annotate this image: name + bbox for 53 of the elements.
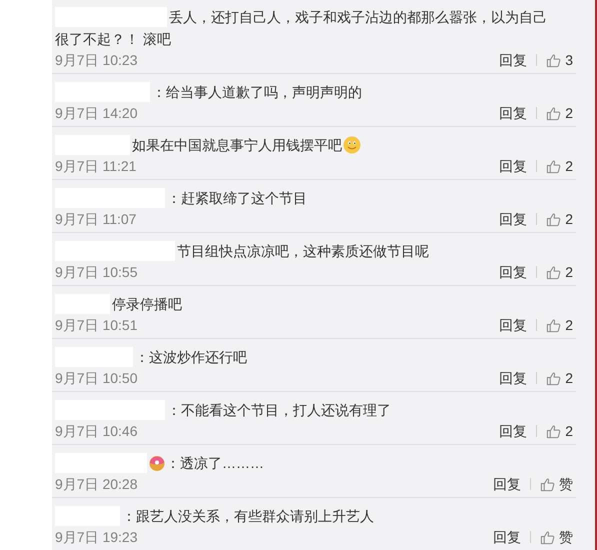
donut-emoji-icon — [149, 455, 165, 471]
thumbs-up-icon — [540, 530, 555, 544]
like-button[interactable]: 赞 — [540, 527, 573, 547]
reply-link[interactable]: 回复 — [499, 368, 528, 388]
reply-link[interactable]: 回复 — [493, 474, 521, 494]
like-button[interactable]: 2 — [546, 156, 573, 176]
like-button[interactable]: 2 — [546, 262, 573, 282]
thumbs-up-icon — [546, 212, 562, 226]
comment-time: 9月7日 11:21 — [55, 157, 136, 176]
thumbs-up-icon — [546, 106, 562, 120]
reply-link[interactable]: 回复 — [499, 315, 528, 335]
comment-text: 丢人，还打自己人，戏子和戏子沾边的都那么嚣张，以为自己 — [169, 8, 547, 27]
reply-link[interactable]: 回复 — [499, 421, 528, 441]
thumbs-up-icon — [546, 318, 562, 332]
comment-text: 很了不起？！ 滚吧 — [55, 30, 171, 49]
like-button[interactable]: 2 — [546, 315, 573, 335]
like-button[interactable]: 赞 — [540, 474, 573, 494]
smiley-emoji-icon — [343, 136, 361, 154]
like-button[interactable]: 2 — [546, 421, 573, 441]
thumbs-up-icon — [546, 370, 562, 386]
thumbs-up-icon — [546, 424, 562, 438]
like-button[interactable]: 3 — [546, 50, 573, 70]
comment-time: 9月7日 11:07 — [55, 210, 136, 229]
comment-text: 节目组快点凉凉吧，这种素质还做节目呢 — [177, 242, 429, 261]
comment-text: ：跟艺人没关系，有些群众请别上升艺人 — [122, 507, 374, 526]
comment-time: 9月7日 10:51 — [55, 316, 138, 335]
thumbs-up-icon — [540, 476, 555, 492]
comment-text: 如果在中国就息事宁人用钱摆平吧 — [132, 136, 342, 155]
reply-link[interactable]: 回复 — [499, 103, 528, 123]
comment-time: 9月7日 14:20 — [55, 104, 138, 123]
reply-link[interactable]: 回复 — [499, 262, 528, 282]
comment-text: 停录停播吧 — [112, 295, 182, 314]
reply-link[interactable]: 回复 — [499, 209, 528, 229]
comment-time: 9月7日 10:23 — [55, 51, 138, 70]
comment-text: ：不能看这个节目，打人还说有理了 — [167, 401, 391, 420]
thumbs-up-icon — [546, 158, 562, 174]
reply-link[interactable]: 回复 — [493, 527, 521, 547]
like-button[interactable]: 2 — [546, 368, 573, 388]
comment-time: 9月7日 10:55 — [55, 263, 138, 282]
comment-text: ：这波炒作还行吧 — [135, 348, 247, 367]
comment-text: ：透凉了……… — [166, 454, 264, 473]
comment-time: 9月7日 20:28 — [55, 475, 138, 494]
thumbs-up-icon — [546, 52, 562, 68]
thumbs-up-icon — [546, 264, 562, 280]
like-button[interactable]: 2 — [546, 209, 573, 229]
comment-text: ：给当事人道歉了吗，声明声明的 — [152, 83, 362, 102]
reply-link[interactable]: 回复 — [499, 156, 528, 176]
comment-time: 9月7日 10:50 — [55, 369, 138, 388]
comment-time: 9月7日 10:46 — [55, 422, 138, 441]
like-button[interactable]: 2 — [546, 103, 573, 123]
reply-link[interactable]: 回复 — [499, 50, 528, 70]
comment-time: 9月7日 19:23 — [55, 528, 138, 547]
comment-text: ：赶紧取缔了这个节目 — [167, 189, 307, 208]
